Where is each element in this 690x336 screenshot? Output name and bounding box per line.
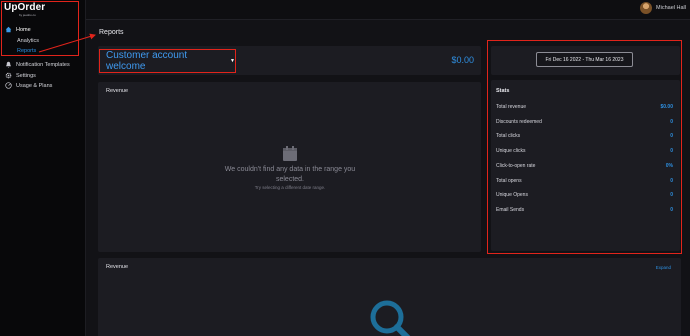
expand-link[interactable]: Expand xyxy=(656,265,671,270)
revenue-card-title: Revenue xyxy=(106,88,129,94)
campaign-total: $0.00 xyxy=(451,55,474,65)
sidebar-item-notification-templates[interactable]: Notification Templates xyxy=(5,61,70,68)
sidebar-item-usage-plans[interactable]: Usage & Plans xyxy=(5,82,52,89)
sidebar-item-label: Notification Templates xyxy=(16,61,70,68)
top-bar: Michael Hall xyxy=(0,0,690,20)
app-logo-subtitle: by jeesbo.co xyxy=(19,13,36,17)
bell-icon xyxy=(5,61,12,68)
sidebar-item-label: Settings xyxy=(16,72,36,79)
sidebar-item-reports[interactable]: Reports xyxy=(17,48,36,54)
page-title: Reports xyxy=(99,29,124,36)
chevron-down-icon: ▼ xyxy=(230,58,235,64)
highlight-box-stats xyxy=(487,40,682,254)
empty-state-subtitle: Try selecting a different date range. xyxy=(254,185,326,190)
home-icon xyxy=(5,26,12,33)
user-menu[interactable]: Michael Hall xyxy=(640,2,686,14)
sidebar-item-label: Reports xyxy=(17,48,37,54)
gear-icon xyxy=(5,72,12,79)
revenue-chart-title: Revenue xyxy=(106,264,129,270)
empty-state-title: We couldn't find any data in the range y… xyxy=(224,166,356,183)
campaign-select[interactable]: Customer account welcome ▼ xyxy=(99,49,236,73)
sidebar-item-settings[interactable]: Settings xyxy=(5,72,36,79)
sidebar-item-analytics[interactable]: Analytics xyxy=(17,38,39,44)
sidebar-item-label: Home xyxy=(16,26,31,33)
sidebar-item-home[interactable]: Home xyxy=(5,26,31,33)
search-icon xyxy=(367,297,411,336)
campaign-card: Customer account welcome ▼ $0.00 xyxy=(98,46,481,75)
sidebar: UpOrder by jeesbo.co Home Analytics Repo… xyxy=(0,0,86,336)
sidebar-item-label: Usage & Plans xyxy=(16,82,53,89)
app-logo[interactable]: UpOrder xyxy=(4,2,45,13)
sidebar-item-label: Analytics xyxy=(17,38,40,44)
avatar[interactable] xyxy=(640,2,653,14)
user-name[interactable]: Michael Hall xyxy=(656,5,686,11)
gauge-icon xyxy=(5,82,12,89)
campaign-select-value: Customer account welcome xyxy=(106,50,188,72)
